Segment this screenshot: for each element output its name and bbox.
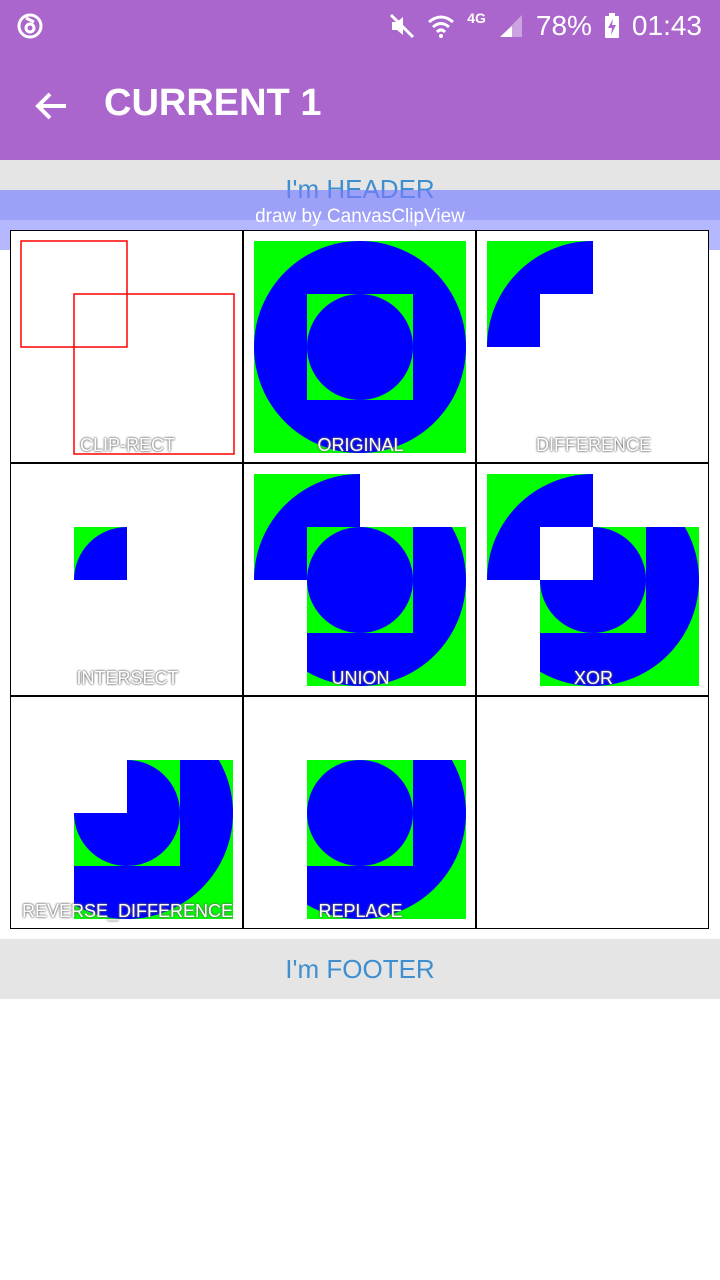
- draw-by-caption: draw by CanvasClipView: [255, 206, 465, 227]
- battery-percent: 78%: [535, 10, 592, 41]
- cell-replace: REPLACE: [243, 696, 476, 929]
- arrow-back-icon[interactable]: [24, 78, 80, 134]
- cell-empty: [476, 696, 709, 929]
- clip-grid: CLIP-RECT ORIGINAL DIFFERENCE INTERSECT …: [10, 230, 710, 929]
- cell-label: CLIP-RECT: [79, 435, 175, 455]
- cell-label: REPLACE: [318, 901, 403, 921]
- app-notification-icon: [14, 10, 46, 42]
- cell-label: XOR: [573, 668, 613, 688]
- clock: 01:43: [631, 10, 702, 41]
- cell-reverse-difference: REVERSE_DIFFERENCE: [10, 696, 243, 929]
- cell-xor: XOR: [476, 463, 709, 696]
- cell-label: INTERSECT: [76, 668, 179, 688]
- wifi-icon: [427, 13, 455, 39]
- cell-intersect: INTERSECT: [10, 463, 243, 696]
- cell-label: UNION: [331, 668, 390, 688]
- cell-label: ORIGINAL: [317, 435, 404, 455]
- page-title: CURRENT 1: [104, 82, 322, 124]
- signal-icon: [498, 13, 524, 39]
- cell-union: UNION: [243, 463, 476, 696]
- battery-charging-icon: [604, 13, 620, 39]
- footer-text: I'm FOOTER: [285, 954, 435, 984]
- cell-clip-rect: CLIP-RECT: [10, 230, 243, 463]
- network-type: 4G: [467, 10, 486, 26]
- cell-original: ORIGINAL: [243, 230, 476, 463]
- mute-icon: [389, 13, 415, 39]
- cell-difference: DIFFERENCE: [476, 230, 709, 463]
- cell-label: REVERSE_DIFFERENCE: [21, 901, 234, 921]
- status-bar: 4G 78% 01:43: [0, 0, 720, 52]
- toolbar: CURRENT 1: [0, 52, 720, 160]
- cell-label: DIFFERENCE: [535, 435, 651, 455]
